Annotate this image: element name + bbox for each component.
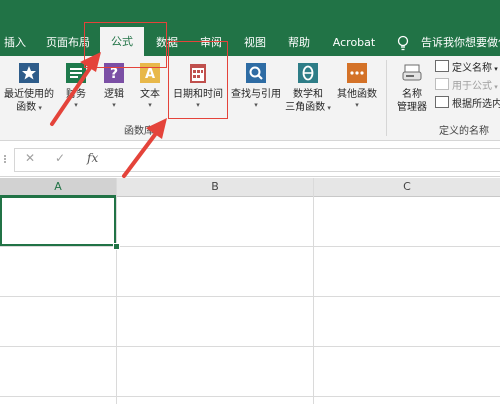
arrow-to-formulas-tab bbox=[50, 52, 101, 126]
annotation-arrows bbox=[50, 52, 167, 178]
arrow-to-date-time bbox=[122, 118, 167, 178]
